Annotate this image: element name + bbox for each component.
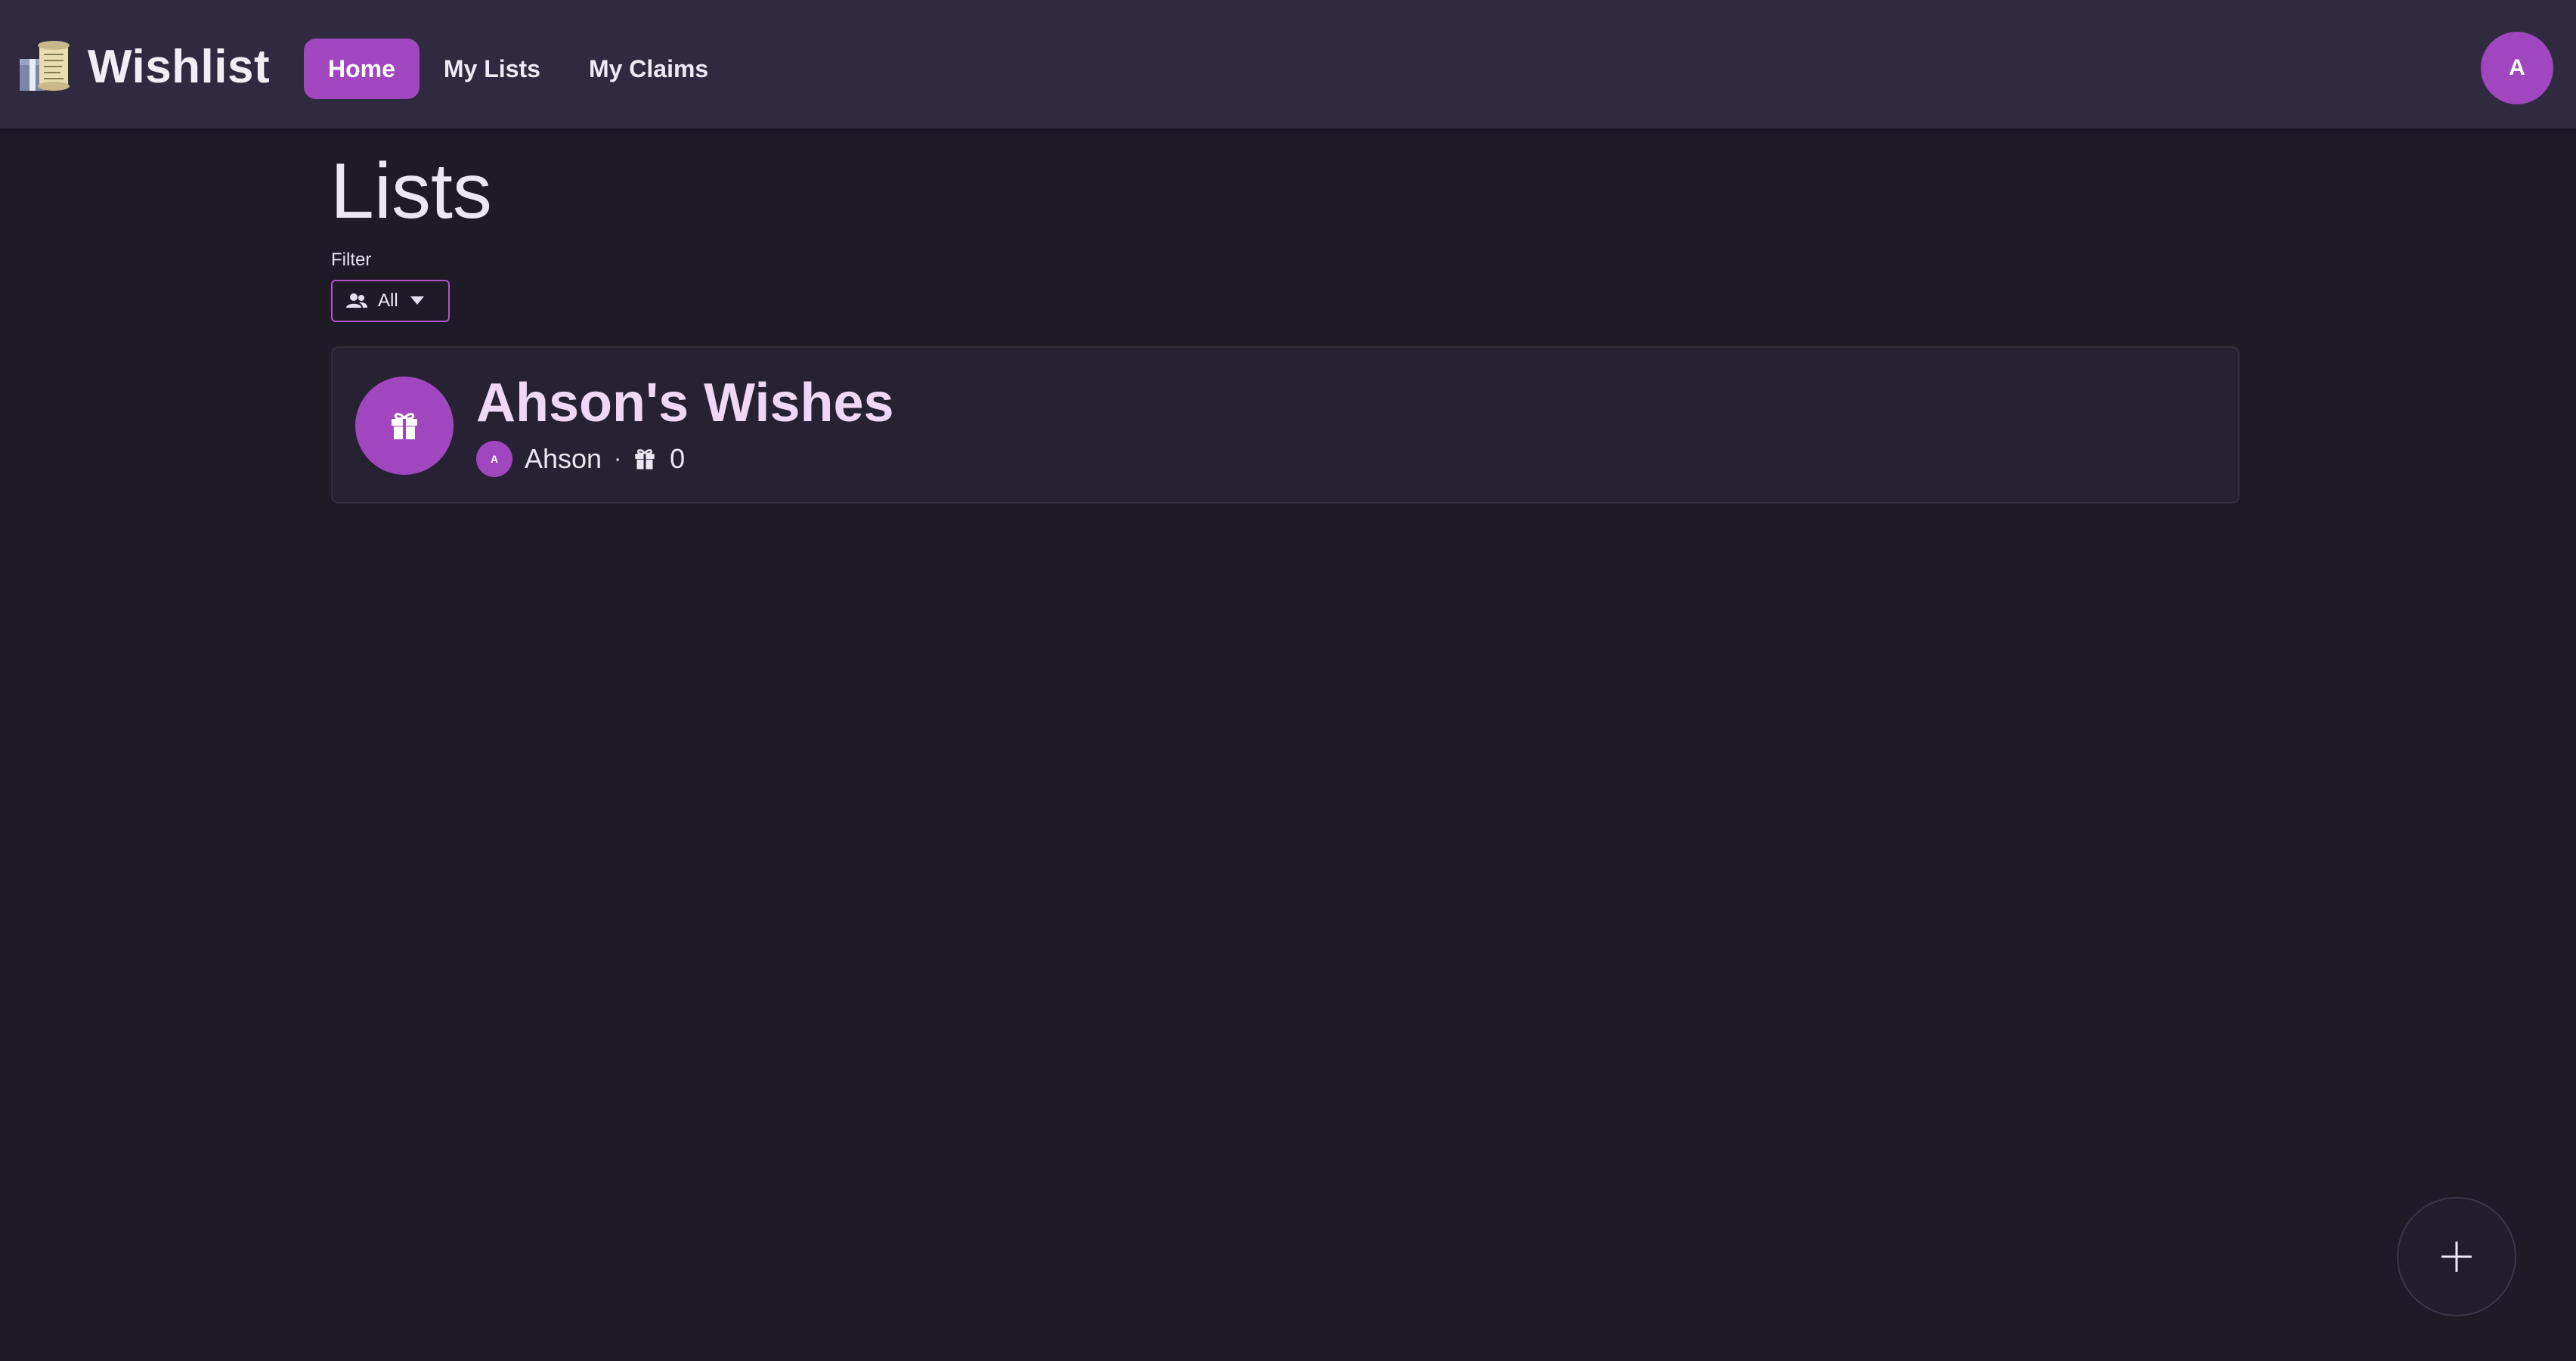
app-title: Wishlist — [88, 40, 271, 93]
list-card[interactable]: Ahson's Wishes A Ahson · 0 — [331, 346, 2240, 504]
page-title: Lists — [330, 147, 492, 235]
nav-home[interactable]: Home — [304, 39, 420, 99]
add-list-button[interactable] — [2397, 1197, 2516, 1316]
scroll-and-gift-logo-icon — [20, 41, 70, 91]
nav-my-claims[interactable]: My Claims — [565, 39, 732, 99]
user-avatar[interactable]: A — [2481, 32, 2553, 104]
list-meta: A Ahson · 0 — [476, 440, 685, 478]
brand[interactable]: Wishlist — [17, 36, 270, 97]
app-header: Wishlist Home My Lists My Claims A — [0, 0, 2576, 129]
owner-name: Ahson — [525, 443, 602, 474]
chevron-down-icon — [410, 296, 424, 305]
gift-count-icon — [635, 449, 655, 470]
plus-icon — [2441, 1242, 2472, 1272]
item-count: 0 — [670, 443, 686, 474]
owner-avatar: A — [476, 441, 512, 477]
list-icon-badge — [355, 377, 454, 475]
nav-my-lists[interactable]: My Lists — [420, 39, 565, 99]
filter-value: All — [378, 290, 398, 311]
filter-select[interactable]: All — [331, 280, 450, 322]
filter-label: Filter — [331, 250, 372, 270]
list-title: Ahson's Wishes — [476, 373, 894, 433]
gift-icon — [392, 413, 417, 439]
main-nav: Home My Lists My Claims — [304, 39, 732, 99]
meta-separator: · — [614, 446, 622, 471]
people-icon — [346, 293, 367, 308]
